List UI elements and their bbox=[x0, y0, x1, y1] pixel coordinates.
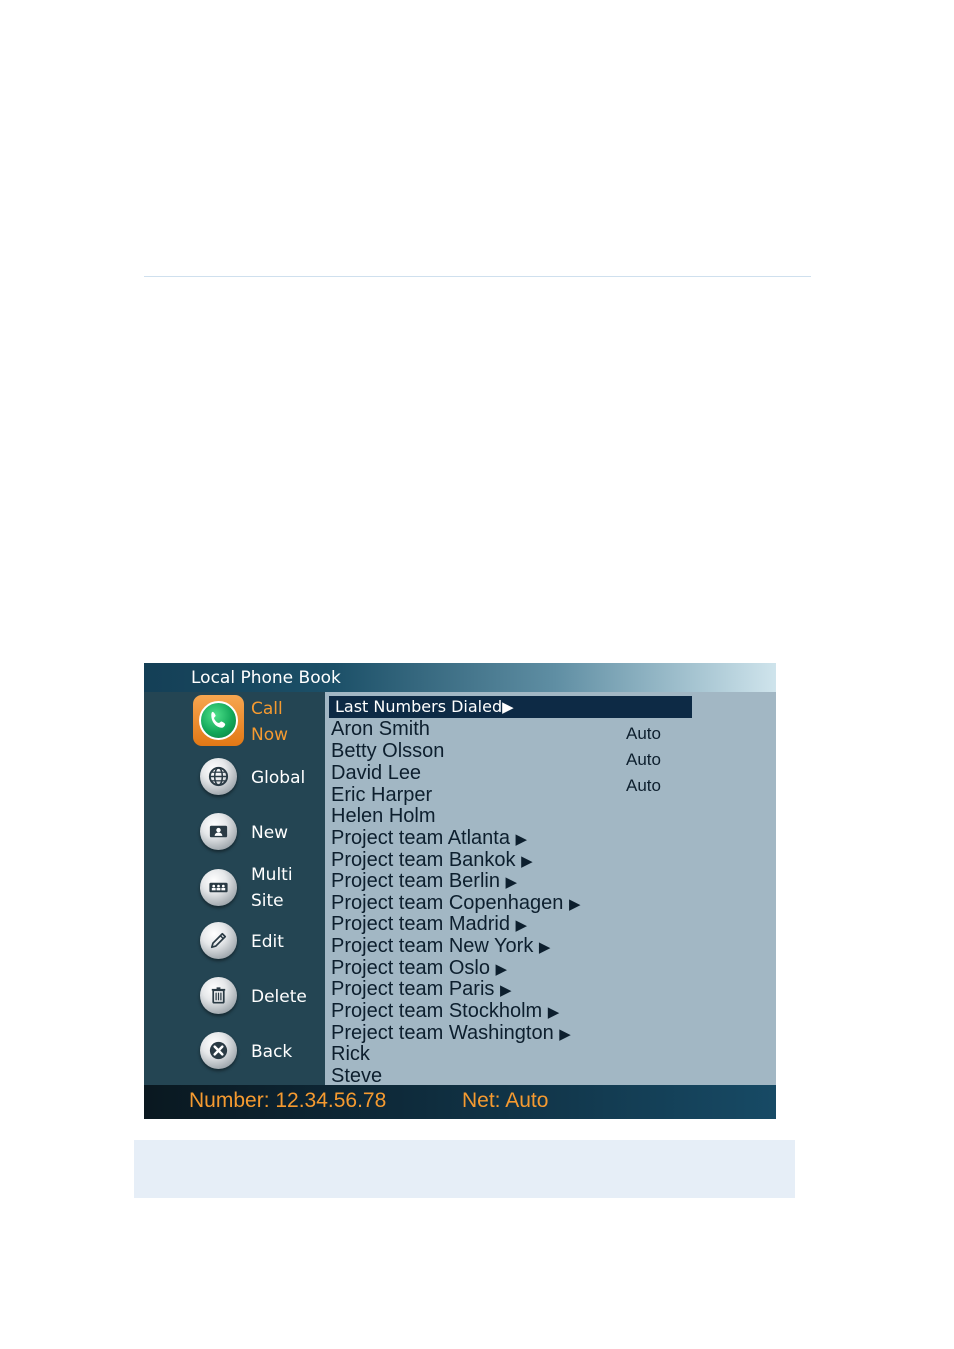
submenu-arrow-icon: ▶ bbox=[515, 917, 528, 934]
entry-name: Project team Madrid bbox=[331, 913, 510, 935]
sidebar-menu: Call Now Global New Multi Site Edit Dele… bbox=[144, 692, 325, 1085]
entry-name: Project team Copenhagen bbox=[331, 892, 564, 914]
call-now-button[interactable]: Call Now bbox=[144, 692, 325, 748]
entry-name: Project team Atlanta bbox=[331, 827, 510, 849]
global-button[interactable]: Global bbox=[144, 754, 325, 804]
caption-box bbox=[134, 1140, 795, 1198]
multisite-label-line2: Site bbox=[251, 891, 284, 911]
edit-button[interactable]: Edit bbox=[144, 918, 325, 968]
entry-name: Rick bbox=[331, 1043, 370, 1065]
submenu-arrow-icon: ▶ bbox=[499, 982, 512, 999]
list-header-label: Last Numbers Dialed bbox=[335, 697, 503, 716]
submenu-arrow-icon: ▶ bbox=[568, 896, 581, 913]
entry-name: Betty Olsson bbox=[331, 740, 445, 762]
call-label-line2: Now bbox=[251, 725, 289, 745]
pencil-icon bbox=[200, 922, 237, 959]
list-item[interactable]: Aron Smith bbox=[331, 718, 430, 740]
submenu-arrow-icon: ▶ bbox=[559, 1026, 571, 1043]
new-contact-icon bbox=[200, 813, 237, 850]
multisite-label-line1: Multi bbox=[251, 865, 293, 885]
entry-name: Preject team Washington bbox=[331, 1022, 554, 1044]
call-label-line1: Call bbox=[251, 699, 283, 719]
phone-book-screen: Local Phone Book Call Now Global New Mul… bbox=[144, 663, 776, 1119]
globe-icon bbox=[200, 758, 237, 795]
net-value: Auto bbox=[626, 724, 661, 743]
global-label: Global bbox=[251, 768, 306, 788]
back-label: Back bbox=[251, 1042, 293, 1062]
phone-icon bbox=[199, 701, 238, 740]
multisite-icon bbox=[200, 869, 237, 906]
page-divider bbox=[144, 276, 811, 277]
status-number: Number: 12.34.56.78 bbox=[189, 1089, 387, 1112]
list-item[interactable]: Project team Atlanta ▶ bbox=[331, 827, 527, 851]
window-title: Local Phone Book bbox=[191, 668, 341, 688]
close-icon bbox=[200, 1032, 237, 1069]
submenu-arrow-icon: ▶ bbox=[515, 831, 528, 848]
submenu-arrow-icon: ▶ bbox=[538, 939, 551, 956]
entry-name: Eric Harper bbox=[331, 784, 433, 806]
list-item[interactable]: Project team Stockholm ▶ bbox=[331, 1000, 559, 1024]
new-label: New bbox=[251, 823, 289, 843]
back-button[interactable]: Back bbox=[144, 1028, 325, 1078]
call-tile bbox=[193, 695, 244, 746]
entry-name: Project team Paris bbox=[331, 978, 495, 1000]
list-item[interactable]: Rick bbox=[331, 1043, 370, 1065]
title-bar: Local Phone Book bbox=[144, 663, 776, 692]
edit-label: Edit bbox=[251, 932, 284, 952]
list-item[interactable]: Project team Paris ▶ bbox=[331, 978, 512, 1002]
list-item[interactable]: Steve bbox=[331, 1065, 382, 1087]
submenu-arrow-icon: ▶ bbox=[521, 853, 533, 870]
list-item[interactable]: Project team Madrid ▶ bbox=[331, 913, 527, 937]
entry-name: Project team Berlin bbox=[331, 870, 500, 892]
list-item[interactable]: Betty Olsson bbox=[331, 740, 444, 762]
multisite-button[interactable]: Multi Site bbox=[144, 862, 325, 918]
delete-label: Delete bbox=[251, 987, 307, 1007]
list-item[interactable]: Eric Harper bbox=[331, 784, 432, 806]
new-button[interactable]: New bbox=[144, 809, 325, 859]
list-item[interactable]: Project team Berlin ▶ bbox=[331, 870, 517, 894]
list-item[interactable]: Helen Holm bbox=[331, 805, 435, 827]
status-bar: Number: 12.34.56.78 Net: Auto bbox=[144, 1085, 776, 1119]
net-value: Auto bbox=[626, 750, 661, 769]
entry-name: Steve bbox=[331, 1065, 383, 1087]
entry-name: David Lee bbox=[331, 762, 422, 784]
submenu-arrow-icon: ▶ bbox=[547, 1004, 560, 1021]
entry-name: Project team Stockholm bbox=[331, 1000, 543, 1022]
entry-name: Project team Bankok bbox=[331, 849, 516, 871]
submenu-arrow-icon: ▶ bbox=[495, 961, 508, 978]
delete-button[interactable]: Delete bbox=[144, 973, 325, 1023]
list-item[interactable]: Project team New York ▶ bbox=[331, 935, 550, 959]
net-value: Auto bbox=[626, 776, 661, 795]
entry-name: Helen Holm bbox=[331, 805, 436, 827]
last-numbers-dialed-item[interactable]: Last Numbers Dialed▶ bbox=[329, 696, 692, 718]
trash-icon bbox=[200, 977, 237, 1014]
submenu-arrow-icon: ▶ bbox=[505, 874, 518, 891]
status-net: Net: Auto bbox=[462, 1089, 549, 1112]
entry-name: Project team Oslo bbox=[331, 957, 490, 979]
submenu-arrow-icon: ▶ bbox=[502, 698, 514, 716]
entry-name: Project team New York bbox=[331, 935, 534, 957]
contact-list: Last Numbers Dialed▶ Aron Smith Betty Ol… bbox=[327, 692, 776, 1087]
entry-name: Aron Smith bbox=[331, 718, 430, 740]
list-item[interactable]: David Lee bbox=[331, 762, 421, 784]
